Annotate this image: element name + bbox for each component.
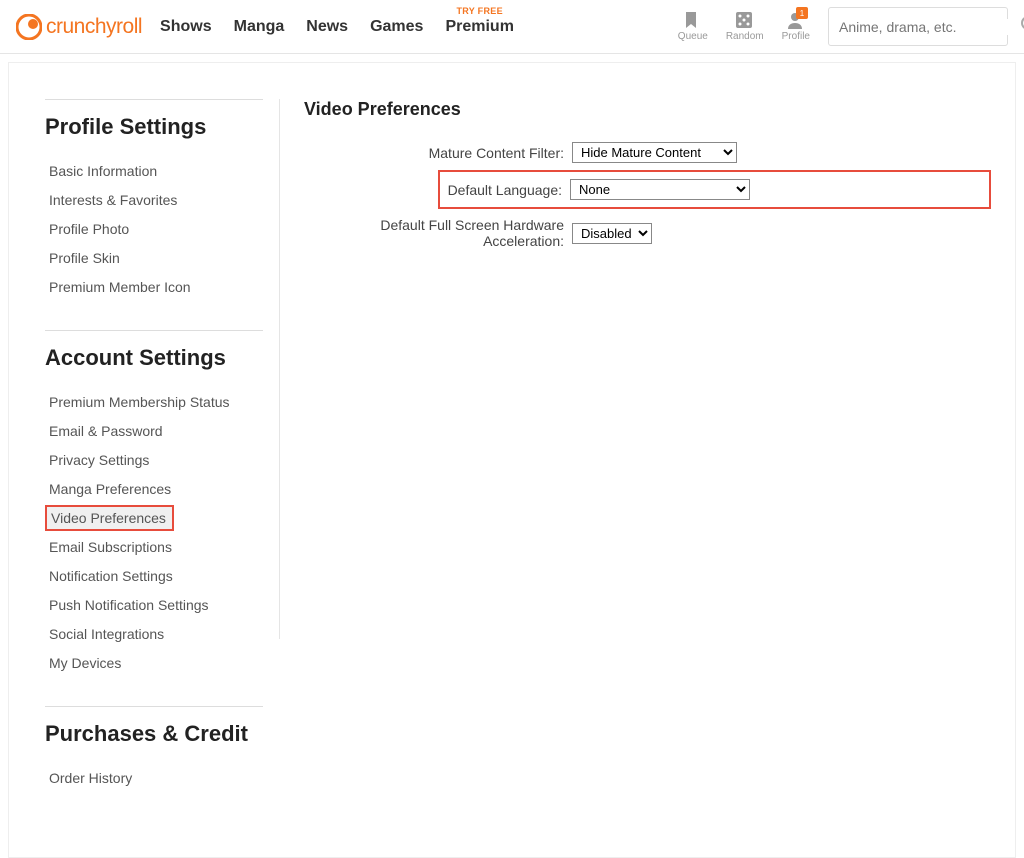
nav-games[interactable]: Games <box>370 18 423 36</box>
sidebar-section-profile: Profile Settings Basic Information Inter… <box>45 99 263 300</box>
nav-shows[interactable]: Shows <box>160 18 212 36</box>
sidebar-item-profile-skin[interactable]: Profile Skin <box>45 245 263 271</box>
page-title: Video Preferences <box>304 99 991 120</box>
try-free-label: TRY FREE <box>445 6 513 16</box>
crunchyroll-logo-icon <box>16 14 42 40</box>
search-box[interactable] <box>828 7 1008 46</box>
profile-label: Profile <box>782 31 810 42</box>
sidebar-item-premium-membership-status[interactable]: Premium Membership Status <box>45 389 263 415</box>
sidebar-item-push-notification-settings[interactable]: Push Notification Settings <box>45 592 263 618</box>
sidebar-item-privacy-settings[interactable]: Privacy Settings <box>45 447 263 473</box>
label-default-language: Default Language: <box>440 182 570 198</box>
sidebar-item-order-history[interactable]: Order History <box>45 765 263 791</box>
section-title-profile: Profile Settings <box>45 114 263 140</box>
sidebar-item-social-integrations[interactable]: Social Integrations <box>45 621 263 647</box>
queue-button[interactable]: Queue <box>678 11 708 42</box>
sidebar-item-video-preferences[interactable]: Video Preferences <box>45 505 174 531</box>
sidebar: Profile Settings Basic Information Inter… <box>9 63 279 857</box>
row-hardware-acceleration: Default Full Screen Hardware Acceleratio… <box>304 217 991 249</box>
queue-label: Queue <box>678 31 708 42</box>
header: crunchyroll Shows Manga News Games TRY F… <box>0 0 1024 54</box>
row-default-language: Default Language: None <box>438 170 991 209</box>
sidebar-item-my-devices[interactable]: My Devices <box>45 650 263 676</box>
sidebar-item-manga-preferences[interactable]: Manga Preferences <box>45 476 263 502</box>
select-mature-content-filter[interactable]: Hide Mature Content <box>572 142 737 163</box>
sidebar-item-basic-information[interactable]: Basic Information <box>45 158 263 184</box>
random-button[interactable]: Random <box>726 11 764 42</box>
logo-text: crunchyroll <box>46 15 142 39</box>
main-nav: Shows Manga News Games TRY FREE Premium <box>160 18 514 36</box>
nav-premium-label: Premium <box>445 18 513 35</box>
notification-badge: 1 <box>796 7 808 19</box>
section-title-purchases: Purchases & Credit <box>45 721 263 747</box>
section-title-account: Account Settings <box>45 345 263 371</box>
select-default-language[interactable]: None <box>570 179 750 200</box>
sidebar-item-profile-photo[interactable]: Profile Photo <box>45 216 263 242</box>
nav-manga[interactable]: Manga <box>234 18 285 36</box>
row-mature-content-filter: Mature Content Filter: Hide Mature Conte… <box>304 142 991 163</box>
select-hardware-acceleration[interactable]: Disabled <box>572 223 652 244</box>
logo[interactable]: crunchyroll <box>16 14 142 40</box>
profile-button[interactable]: 1 Profile <box>782 11 810 42</box>
sidebar-item-interests-favorites[interactable]: Interests & Favorites <box>45 187 263 213</box>
sidebar-section-purchases: Purchases & Credit Order History <box>45 706 263 791</box>
nav-news[interactable]: News <box>306 18 348 36</box>
sidebar-section-account: Account Settings Premium Membership Stat… <box>45 330 263 676</box>
sidebar-item-email-subscriptions[interactable]: Email Subscriptions <box>45 534 263 560</box>
page: Profile Settings Basic Information Inter… <box>0 62 1024 858</box>
sidebar-item-premium-member-icon[interactable]: Premium Member Icon <box>45 274 263 300</box>
random-label: Random <box>726 31 764 42</box>
label-mature-content-filter: Mature Content Filter: <box>304 145 572 161</box>
header-right: Queue Random 1 Profile <box>678 7 1008 46</box>
search-icon <box>1020 15 1024 38</box>
sidebar-item-email-password[interactable]: Email & Password <box>45 418 263 444</box>
bookmark-icon <box>683 11 703 29</box>
main-content: Video Preferences Mature Content Filter:… <box>280 63 1015 857</box>
search-input[interactable] <box>839 19 1020 35</box>
label-hardware-acceleration: Default Full Screen Hardware Acceleratio… <box>304 217 572 249</box>
settings-panel: Profile Settings Basic Information Inter… <box>8 62 1016 858</box>
dice-icon <box>735 11 755 29</box>
sidebar-item-notification-settings[interactable]: Notification Settings <box>45 563 263 589</box>
nav-premium[interactable]: TRY FREE Premium <box>445 18 513 36</box>
